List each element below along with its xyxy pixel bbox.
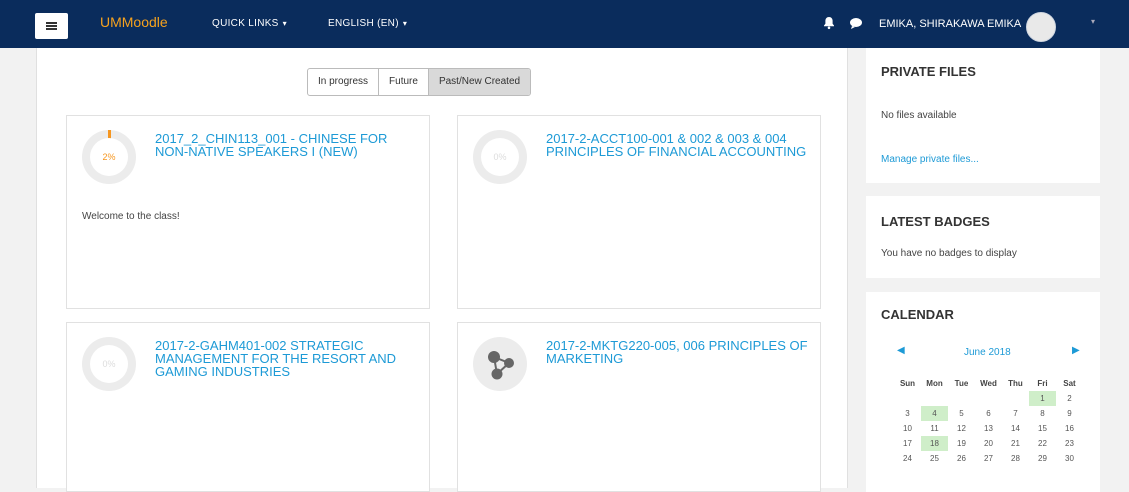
next-month-arrow-icon[interactable]: ▶ (1072, 345, 1080, 356)
calendar-empty-cell (975, 391, 1002, 406)
calendar-day[interactable]: 22 (1029, 436, 1056, 451)
language-label: ENGLISH (EN) (328, 18, 399, 29)
progress-donut: 0% (82, 337, 136, 391)
quick-links-menu[interactable]: QUICK LINKS ▾ (212, 18, 287, 29)
progress-donut: 2% (82, 130, 136, 184)
course-title-link[interactable]: 2017-2-GAHM401-002 STRATEGIC MANAGEMENT … (155, 339, 417, 378)
site-brand-link[interactable]: UMMoodle (100, 14, 168, 30)
progress-percent: 2% (90, 138, 128, 176)
weekday-header: Fri (1037, 379, 1048, 388)
calendar-day[interactable]: 3 (894, 406, 921, 421)
progress-percent: 0% (90, 345, 128, 383)
calendar-day[interactable]: 23 (1056, 436, 1083, 451)
tab-in-progress[interactable]: In progress (308, 69, 380, 95)
empty-message: No files available (881, 110, 957, 121)
course-filter-tabs: In progress Future Past/New Created (307, 68, 532, 96)
weekday-header: Thu (1008, 379, 1023, 388)
calendar-empty-cell (921, 391, 948, 406)
calendar-day[interactable]: 13 (975, 421, 1002, 436)
calendar-empty-cell (1002, 391, 1029, 406)
calendar-day[interactable]: 11 (921, 421, 948, 436)
course-card[interactable]: 0% 2017-2-ACCT100-001 & 002 & 003 & 004 … (457, 115, 821, 309)
block-title: LATEST BADGES (881, 214, 990, 229)
user-name[interactable]: EMIKA, SHIRAKAWA EMIKA (879, 18, 1021, 30)
calendar-day[interactable]: 9 (1056, 406, 1083, 421)
course-title-link[interactable]: 2017_2_CHIN113_001 - CHINESE FOR NON-NAT… (155, 132, 417, 158)
calendar-day[interactable]: 16 (1056, 421, 1083, 436)
calendar-empty-cell (948, 391, 975, 406)
calendar-day[interactable]: 26 (948, 451, 975, 466)
calendar-day[interactable]: 28 (1002, 451, 1029, 466)
share-icon (488, 351, 514, 380)
course-card[interactable]: 2017-2-MKTG220-005, 006 PRINCIPLES OF MA… (457, 322, 821, 492)
weekday-header: Mon (926, 379, 943, 388)
empty-message: You have no badges to display (881, 248, 1017, 259)
private-files-block: PRIVATE FILES No files available Manage … (866, 48, 1100, 183)
weekday-header: Sun (899, 379, 916, 388)
tab-past[interactable]: Past/New Created (428, 69, 531, 95)
calendar-day[interactable]: 1 (1029, 391, 1056, 406)
weekday-header: Wed (980, 379, 997, 388)
calendar-day[interactable]: 5 (948, 406, 975, 421)
calendar-day[interactable]: 20 (975, 436, 1002, 451)
calendar-grid: Sun Mon Tue Wed Thu Fri Sat 1 2 3 4 5 6 7 8 9 10 11 12 13 14… (894, 376, 1082, 466)
block-title: PRIVATE FILES (881, 64, 976, 79)
menu-toggle-button[interactable] (35, 13, 68, 39)
calendar-day[interactable]: 2 (1056, 391, 1083, 406)
calendar-day[interactable]: 14 (1002, 421, 1029, 436)
progress-donut: 0% (473, 130, 527, 184)
calendar-day[interactable]: 4 (921, 406, 948, 421)
language-menu[interactable]: ENGLISH (EN) ▾ (328, 18, 407, 29)
course-card[interactable]: 2% 2017_2_CHIN113_001 - CHINESE FOR NON-… (66, 115, 430, 309)
prev-month-arrow-icon[interactable]: ◀ (897, 345, 905, 356)
calendar-day[interactable]: 15 (1029, 421, 1056, 436)
quick-links-label: QUICK LINKS (212, 18, 279, 29)
calendar-day[interactable]: 29 (1029, 451, 1056, 466)
latest-badges-block: LATEST BADGES You have no badges to disp… (866, 196, 1100, 278)
calendar-day[interactable]: 21 (1002, 436, 1029, 451)
calendar-day[interactable]: 18 (921, 436, 948, 451)
calendar-day[interactable]: 30 (1056, 451, 1083, 466)
calendar-day[interactable]: 10 (894, 421, 921, 436)
calendar-day[interactable]: 25 (921, 451, 948, 466)
calendar-day[interactable]: 19 (948, 436, 975, 451)
calendar-day[interactable]: 8 (1029, 406, 1056, 421)
course-image (473, 337, 527, 391)
top-navbar: UMMoodle QUICK LINKS ▾ ENGLISH (EN) ▾ EMIK… (0, 0, 1129, 48)
calendar-empty-cell (894, 391, 921, 406)
avatar[interactable] (1026, 12, 1056, 42)
caret-down-icon: ▾ (282, 19, 287, 28)
weekday-header: Sat (1063, 379, 1076, 388)
bell-icon[interactable] (822, 16, 836, 30)
calendar-day[interactable]: 24 (894, 451, 921, 466)
course-summary: Welcome to the class! (82, 211, 180, 222)
calendar-month[interactable]: June 2018 (964, 347, 1011, 358)
calendar-day[interactable]: 6 (975, 406, 1002, 421)
calendar-day[interactable]: 27 (975, 451, 1002, 466)
progress-percent: 0% (481, 138, 519, 176)
course-title-link[interactable]: 2017-2-ACCT100-001 & 002 & 003 & 004 PRI… (546, 132, 808, 158)
course-title-link[interactable]: 2017-2-MKTG220-005, 006 PRINCIPLES OF MA… (546, 339, 808, 365)
calendar-day[interactable]: 17 (894, 436, 921, 451)
caret-down-icon: ▾ (402, 19, 408, 28)
hamburger-icon (46, 22, 57, 30)
block-title: CALENDAR (881, 307, 954, 322)
manage-files-link[interactable]: Manage private files... (881, 154, 979, 165)
weekday-header: Tue (954, 379, 969, 388)
calendar-day[interactable]: 7 (1002, 406, 1029, 421)
course-card[interactable]: 0% 2017-2-GAHM401-002 STRATEGIC MANAGEME… (66, 322, 430, 492)
caret-down-icon[interactable]: ▾ (1091, 17, 1095, 26)
chat-icon[interactable] (849, 16, 863, 30)
tab-future[interactable]: Future (379, 69, 429, 95)
calendar-day[interactable]: 12 (948, 421, 975, 436)
